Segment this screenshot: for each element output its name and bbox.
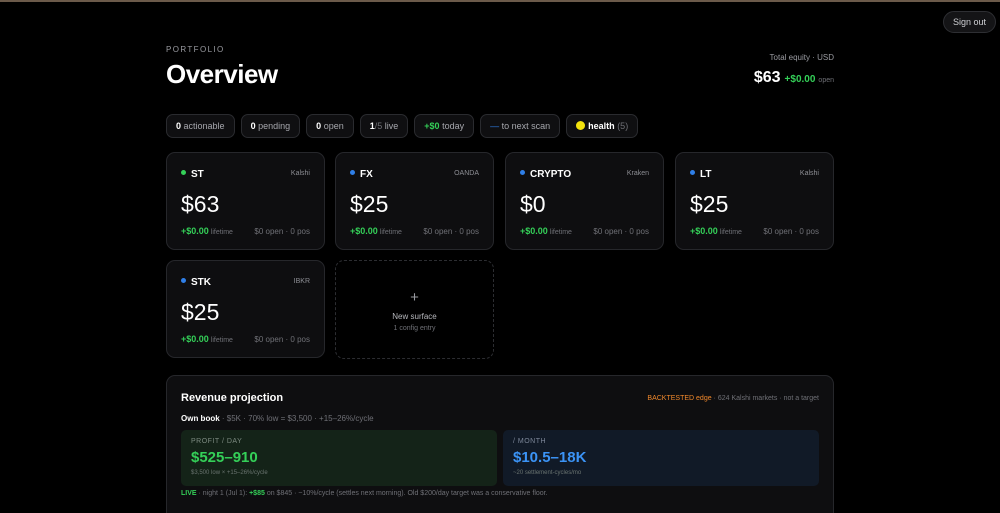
card-balance: $25 <box>181 299 220 325</box>
card-venue: Kalshi <box>799 170 819 177</box>
month-value: $10.5–18K <box>513 449 587 466</box>
health-status-icon <box>576 121 586 130</box>
revenue-title: Revenue projection <box>181 392 284 404</box>
page-title: Overview <box>166 59 278 89</box>
total-equity: Total equity · USD $63 +$0.00 open <box>754 53 834 87</box>
equity-open-label: open <box>818 77 834 84</box>
card-stats: $0 open · 0 pos <box>763 227 819 236</box>
card-venue: IBKR <box>293 278 310 285</box>
month-label: / MONTH <box>513 438 547 445</box>
surface-card-fx[interactable]: FX OANDA $25 +$0.00 lifetime $0 open · 0 … <box>335 152 494 250</box>
card-balance: $63 <box>181 191 220 217</box>
chip-actionable[interactable]: 0 actionable <box>166 114 235 138</box>
card-pnl: +$0.00 <box>690 226 718 236</box>
chip-health[interactable]: health (5) <box>566 114 639 138</box>
surface-card-st[interactable]: ST Kalshi $63 +$0.00 lifetime $0 open · 0… <box>166 152 325 250</box>
sign-out-button[interactable]: Sign out <box>942 11 996 33</box>
equity-pnl: +$0.00 <box>784 74 816 85</box>
equity-label: Total equity · USD <box>769 53 834 62</box>
chip-live[interactable]: 1/5 live <box>359 114 409 138</box>
card-balance: $25 <box>690 191 729 217</box>
status-dot-icon <box>690 170 695 175</box>
card-stats: $0 open · 0 pos <box>254 335 310 344</box>
new-surface-sub: 1 config entry <box>393 325 436 332</box>
card-venue: Kraken <box>626 170 649 177</box>
card-pnl: +$0.00 <box>181 226 209 236</box>
card-pnl: +$0.00 <box>520 226 548 236</box>
top-accent-line <box>0 0 1000 2</box>
card-stats: $0 open · 0 pos <box>593 227 649 236</box>
status-dot-icon <box>520 170 525 175</box>
profit-sub: $3,500 low × +15–26%/cycle <box>191 470 268 476</box>
status-dot-icon <box>181 170 186 175</box>
card-balance: $0 <box>520 191 546 217</box>
month-sub: ~20 settlement-cycles/mo <box>513 470 582 476</box>
card-venue: OANDA <box>454 170 479 177</box>
status-dot-icon <box>181 278 186 283</box>
profit-label: PROFIT / DAY <box>191 438 243 445</box>
surface-card-crypto[interactable]: CRYPTO Kraken $0 +$0.00 lifetime $0 open … <box>505 152 664 250</box>
page-eyebrow: PORTFOLIO <box>166 45 225 54</box>
chip-pending[interactable]: 0 pending <box>240 114 301 138</box>
profit-value: $525–910 <box>191 449 258 466</box>
chip-next-scan[interactable]: — to next scan <box>480 114 561 138</box>
new-surface-button[interactable]: + New surface 1 config entry <box>335 260 494 359</box>
surface-card-lt[interactable]: LT Kalshi $25 +$0.00 lifetime $0 open · 0… <box>675 152 834 250</box>
card-stats: $0 open · 0 pos <box>254 227 310 236</box>
per-month-box: / MONTH $10.5–18K ~20 settlement-cycles/… <box>503 430 819 486</box>
own-book-line: Own book · $5K · 70% low = $3,500 · +15–… <box>181 414 374 423</box>
card-stats: $0 open · 0 pos <box>423 227 479 236</box>
surface-card-stk[interactable]: STK IBKR $25 +$0.00 lifetime $0 open · 0 … <box>166 260 325 358</box>
live-note: LIVE · night 1 (Jul 1): +$85 on $845 · ~… <box>181 490 548 497</box>
card-balance: $25 <box>350 191 389 217</box>
chip-open[interactable]: 0 open <box>306 114 354 138</box>
card-pnl: +$0.00 <box>350 226 378 236</box>
revenue-projection-panel: Revenue projection BACKTESTED edge · 624… <box>166 375 834 513</box>
status-chips: 0 actionable 0 pending 0 open 1/5 live +… <box>166 114 639 138</box>
equity-value: $63 <box>753 69 781 86</box>
card-pnl: +$0.00 <box>181 334 209 344</box>
new-surface-label: New surface <box>392 312 437 321</box>
chip-today[interactable]: +$0 today <box>414 114 475 138</box>
status-dot-icon <box>350 170 355 175</box>
profit-per-day-box: PROFIT / DAY $525–910 $3,500 low × +15–2… <box>181 430 497 486</box>
card-venue: Kalshi <box>290 170 310 177</box>
backtested-note: BACKTESTED edge · 624 Kalshi markets · n… <box>647 395 819 402</box>
plus-icon: + <box>410 289 419 306</box>
